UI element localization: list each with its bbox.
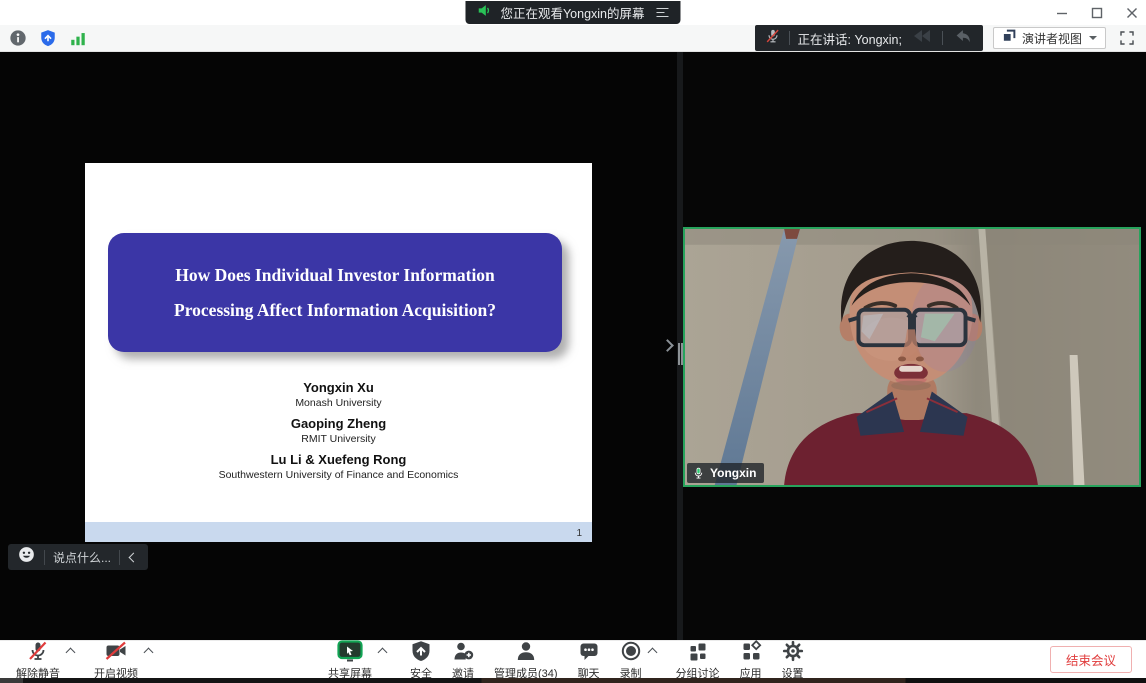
security-label: 安全 [410,668,432,680]
presentation-slide: How Does Individual Investor Information… [85,163,592,542]
author-affiliation: Southwestern University of Finance and E… [85,468,592,483]
emoji-smiley-icon[interactable] [17,545,36,569]
chevron-down-icon [1089,36,1097,40]
author-affiliation: RMIT University [85,432,592,447]
maximize-button[interactable] [1090,6,1103,19]
participants-icon [515,640,537,667]
breakout-rooms-icon [687,640,709,667]
chat-label: 聊天 [578,668,600,680]
divider [789,31,790,45]
share-options-caret[interactable] [378,648,388,658]
fullscreen-icon[interactable] [1116,27,1138,49]
active-speaker-indicator: 正在讲话: Yongxin; [755,25,983,51]
slide-page-number: 1 [576,528,582,539]
main-area: How Does Individual Investor Information… [0,52,1146,640]
camera-off-icon [104,640,128,667]
gear-icon [782,640,804,667]
invite-label: 邀请 [452,668,474,680]
unmute-button[interactable]: 解除静音 [14,640,62,680]
slide-footer-strip: 1 [85,522,592,542]
speaker-view-label: 演讲者视图 [1022,30,1082,47]
speaking-label: 正在讲话: Yongxin; [798,29,902,48]
invite-button[interactable]: 邀请 [450,640,476,680]
meeting-info-icon[interactable] [8,28,28,48]
top-bar: 正在讲话: Yongxin; 演讲者视图 [0,25,1146,52]
undo-arrow-icon[interactable] [951,27,973,50]
video-options-caret[interactable] [144,648,154,658]
muted-mic-icon [765,28,781,49]
divider [119,550,120,565]
start-video-button[interactable]: 开启视频 [92,640,140,680]
meeting-window: 您正在观看Yongxin的屏幕 [0,0,1146,683]
slide-title-line2: Processing Affect Information Acquisitio… [108,293,562,328]
author-name: Yongxin Xu [85,379,592,396]
settings-label: 设置 [782,668,804,680]
record-icon [620,640,642,667]
mic-options-caret[interactable] [66,648,76,658]
manage-participants-button[interactable]: 管理成员(34) [492,640,560,680]
quick-chat-pill: 说点什么... [8,544,148,570]
apps-icon [740,640,762,667]
meeting-info-icons [8,28,88,48]
breakout-rooms-button[interactable]: 分组讨论 [674,640,722,680]
desktop-edge-strip [0,678,1146,683]
participant-video[interactable]: Yongxin [683,227,1141,487]
slide-title-line1: How Does Individual Investor Information [108,258,562,293]
apps-label: 应用 [740,668,762,680]
author-name: Gaoping Zheng [85,415,592,432]
webcam-scene [685,229,1139,485]
security-button[interactable]: 安全 [408,640,434,680]
record-label: 录制 [620,668,642,680]
share-screen-icon [337,640,363,667]
speaker-view-button[interactable]: 演讲者视图 [993,27,1106,49]
record-options-caret[interactable] [647,648,657,658]
collapse-chevron-icon[interactable] [129,552,139,562]
title-bar: 您正在观看Yongxin的屏幕 [0,0,1146,25]
security-shield-icon [410,640,432,667]
author-affiliation: Monash University [85,396,592,411]
speaker-icon [477,3,492,23]
minimize-button[interactable] [1055,6,1068,19]
rewind-arrows-icon[interactable] [910,27,934,50]
divider [942,31,943,45]
manage-participants-label: 管理成员(34) [494,668,558,680]
expand-panel-chevron[interactable] [661,339,674,352]
mic-muted-icon [27,640,49,667]
unmute-label: 解除静音 [16,668,60,680]
mic-icon [692,467,705,480]
connection-signal-icon[interactable] [68,28,88,48]
divider [44,550,45,565]
watching-banner: 您正在观看Yongxin的屏幕 [465,1,680,24]
author-name: Lu Li & Xuefeng Rong [85,451,592,468]
invite-person-icon [452,640,474,667]
apps-button[interactable]: 应用 [738,640,764,680]
chat-bubble-icon [578,640,600,667]
banner-menu-icon[interactable] [657,8,669,18]
participant-name-tag: Yongxin [687,463,764,483]
encryption-shield-icon[interactable] [38,28,58,48]
drag-handle[interactable] [678,343,683,365]
bottom-toolbar: 解除静音 开启视频 共享屏幕 安全 [0,640,1146,678]
topbar-right: 正在讲话: Yongxin; 演讲者视图 [755,25,1138,51]
record-button[interactable]: 录制 [618,640,644,680]
window-controls [1055,0,1138,25]
chat-input-placeholder[interactable]: 说点什么... [53,549,111,566]
close-button[interactable] [1125,6,1138,19]
slide-authors: Yongxin Xu Monash University Gaoping Zhe… [85,375,592,483]
video-panel: Yongxin [683,52,1146,640]
slide-title-box: How Does Individual Investor Information… [108,233,562,352]
settings-button[interactable]: 设置 [780,640,806,680]
start-video-label: 开启视频 [94,668,138,680]
shared-screen-area: How Does Individual Investor Information… [0,52,677,640]
share-screen-label: 共享屏幕 [328,668,372,680]
layout-view-icon [1002,28,1017,48]
participant-name: Yongxin [710,466,756,480]
chat-button[interactable]: 聊天 [576,640,602,680]
watching-banner-text: 您正在观看Yongxin的屏幕 [500,3,644,22]
end-meeting-button[interactable]: 结束会议 [1050,646,1132,673]
breakout-rooms-label: 分组讨论 [676,668,720,680]
share-screen-button[interactable]: 共享屏幕 [326,640,374,680]
